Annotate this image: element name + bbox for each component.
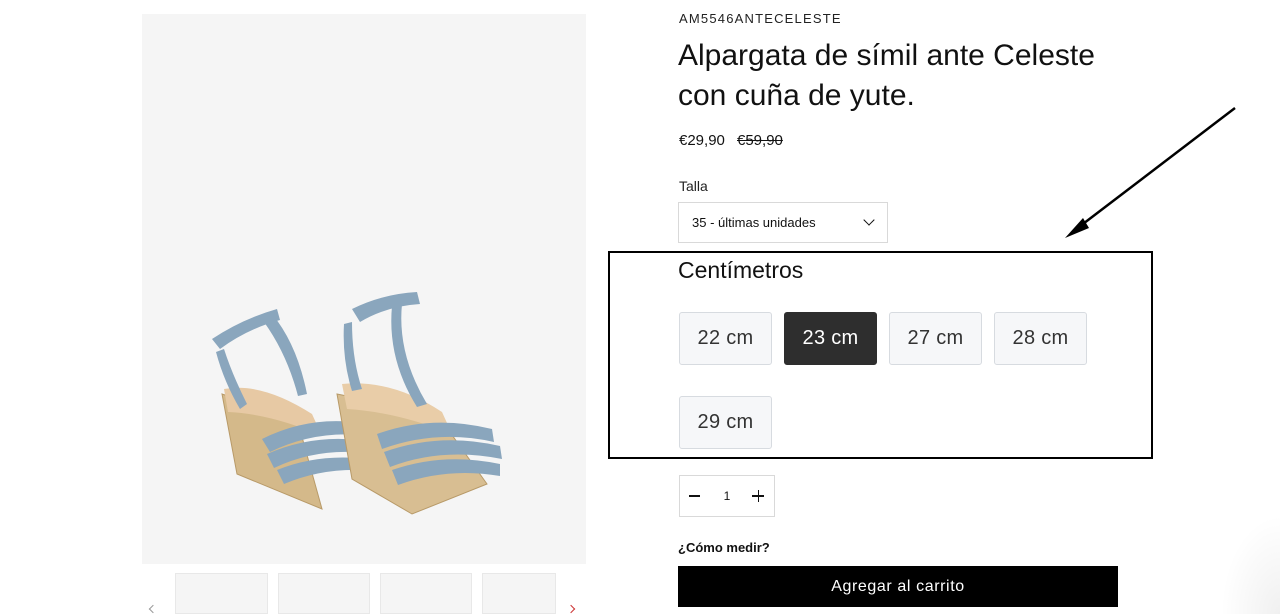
size-label: Talla — [679, 178, 708, 194]
cm-option-28[interactable]: 28 cm — [994, 312, 1087, 365]
chevron-down-icon — [863, 214, 875, 226]
thumbnail-1[interactable] — [175, 573, 268, 614]
cm-option-29[interactable]: 29 cm — [679, 396, 772, 449]
thumbnail-3[interactable] — [380, 573, 472, 614]
thumbnail-prev-icon[interactable] — [148, 604, 158, 614]
quantity-stepper: 1 — [679, 475, 775, 517]
thumbnail-4[interactable] — [482, 573, 556, 614]
quantity-value[interactable]: 1 — [710, 489, 744, 503]
sandal-image — [212, 292, 502, 515]
corner-shadow — [1220, 514, 1280, 614]
cm-option-27[interactable]: 27 cm — [889, 312, 982, 365]
size-select[interactable]: 35 - últimas unidades — [678, 202, 888, 243]
arrow-icon — [1065, 107, 1236, 238]
add-to-cart-button[interactable]: Agregar al carrito — [678, 566, 1118, 607]
thumbnail-2[interactable] — [278, 573, 370, 614]
minus-icon[interactable] — [680, 476, 710, 516]
thumbnail-next-icon[interactable] — [566, 604, 576, 614]
product-sku: AM5546ANTECELESTE — [679, 11, 842, 26]
centimeters-title: Centímetros — [678, 257, 804, 283]
price-old: €59,90 — [737, 132, 783, 149]
product-image[interactable] — [142, 14, 586, 564]
how-to-measure-link[interactable]: ¿Cómo medir? — [678, 540, 770, 555]
cm-option-22[interactable]: 22 cm — [679, 312, 772, 365]
plus-icon[interactable] — [744, 476, 774, 516]
size-select-value: 35 - últimas unidades — [692, 215, 816, 230]
price-current: €29,90 — [679, 132, 725, 149]
cm-option-23[interactable]: 23 cm — [784, 312, 877, 365]
